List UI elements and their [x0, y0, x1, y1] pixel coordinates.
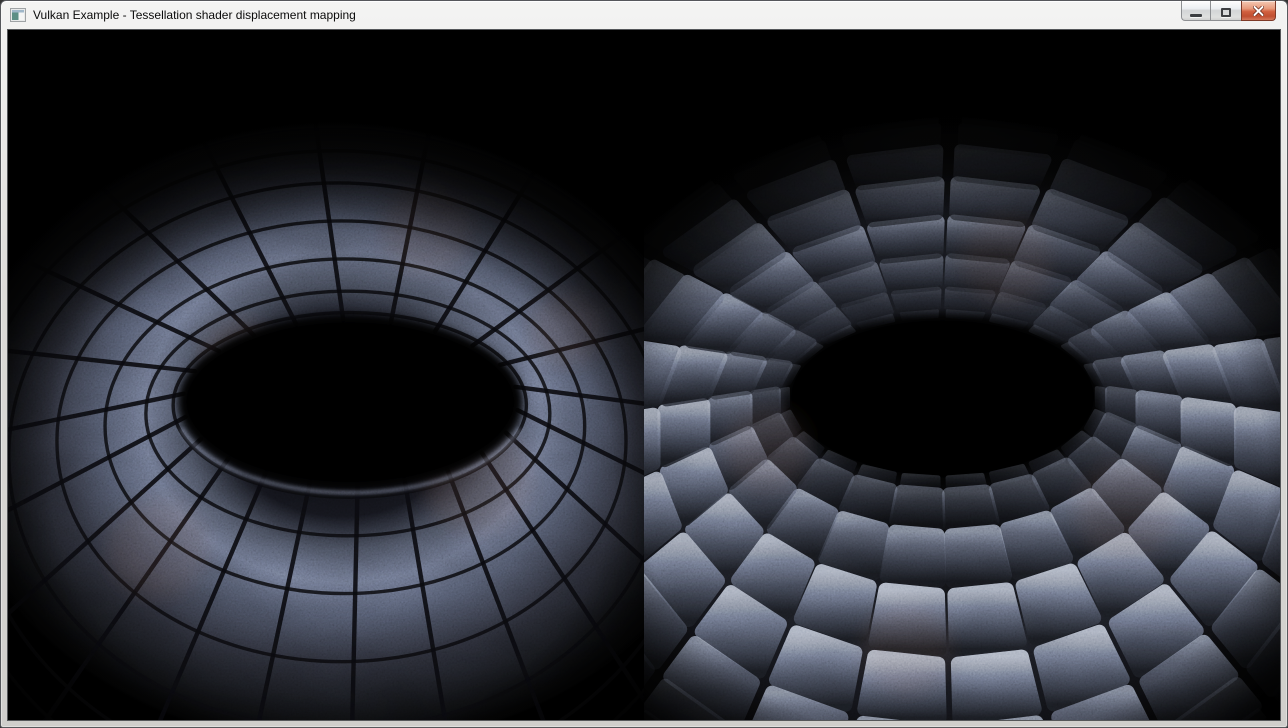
minimize-button[interactable]	[1181, 1, 1211, 21]
minimize-icon	[1190, 14, 1202, 17]
close-button[interactable]	[1241, 1, 1276, 21]
window-title: Vulkan Example - Tessellation shader dis…	[33, 8, 356, 22]
app-icon	[10, 8, 26, 22]
vulkan-render-scene	[8, 30, 1280, 720]
window-controls	[1181, 1, 1276, 21]
titlebar[interactable]: Vulkan Example - Tessellation shader dis…	[1, 1, 1287, 29]
close-icon	[1242, 1, 1275, 20]
render-viewport[interactable]	[7, 29, 1281, 721]
maximize-button[interactable]	[1211, 1, 1241, 21]
app-window: Vulkan Example - Tessellation shader dis…	[0, 0, 1288, 728]
maximize-icon	[1221, 8, 1231, 17]
